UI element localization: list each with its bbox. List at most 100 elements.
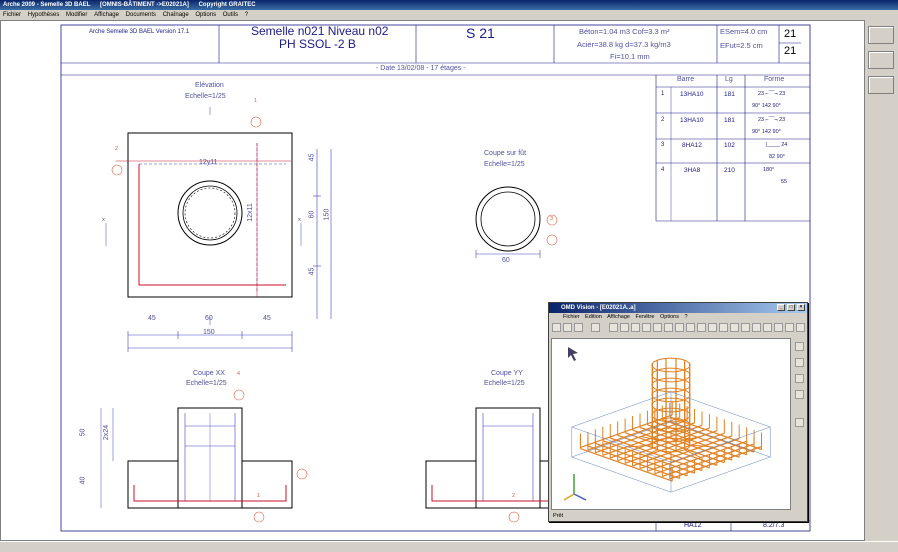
drawing-title-2: PH SSOL -2 B: [279, 37, 356, 51]
view-front-icon[interactable]: [653, 323, 662, 332]
menu-fichier[interactable]: Fichier: [3, 12, 21, 18]
row4-forme-bot: 55: [781, 179, 788, 185]
zoom-in-icon[interactable]: [697, 323, 706, 332]
fut-section-scale: Echelle=1/25: [484, 161, 525, 168]
omd-title: OMD Vision - [E02021A..a]: [561, 305, 636, 311]
rebar-label-12x11: 12x11: [246, 203, 254, 222]
omd-3d-viewport[interactable]: [551, 338, 791, 510]
omd-close-button[interactable]: ×: [797, 304, 805, 311]
row1-barre: 13HA10: [680, 91, 704, 98]
row3-forme-bot: 82 90°: [769, 154, 785, 160]
elevation-scale: Echelle=1/25: [185, 93, 226, 100]
software-version: Arche Semelle 3D BAEL Version 17.1: [89, 29, 190, 35]
col-barre: Barre: [677, 76, 695, 83]
elevation-title: Elévation: [195, 82, 224, 89]
zoom-all-icon[interactable]: [730, 323, 739, 332]
copyright: Copyright GRAITEC: [198, 2, 256, 8]
menu-options[interactable]: Options: [195, 12, 216, 18]
mark-4: 4: [237, 371, 241, 377]
foundation-tool-2-button[interactable]: [868, 51, 894, 69]
omd-menu-affichage[interactable]: Affichage: [607, 314, 630, 320]
app-window: Arche 2009 - Semelle 3D BAEL [OMNIS-BÂTI…: [0, 0, 898, 552]
row2-barre: 13HA10: [680, 117, 704, 124]
fut-section-title: Coupe sur fût: [484, 150, 527, 157]
omd-maximize-button[interactable]: □: [787, 304, 795, 311]
view-bottom-icon[interactable]: [686, 323, 695, 332]
layers-icon[interactable]: [795, 374, 804, 383]
elevation-view: [105, 107, 332, 352]
dim-50: 50: [79, 428, 87, 437]
row3-n: 3: [661, 142, 665, 148]
open-icon[interactable]: [552, 323, 561, 332]
menu-modifier[interactable]: Modifier: [66, 12, 87, 18]
paste-icon[interactable]: [574, 323, 583, 332]
properties-icon[interactable]: [795, 358, 804, 367]
zoom-previous-icon[interactable]: [741, 323, 750, 332]
dim-45-right: 45: [263, 315, 271, 322]
omd-menu-bar: Fichier Edition Affichage Fenêtre Option…: [549, 313, 807, 322]
menu-documents[interactable]: Documents: [126, 12, 156, 18]
pointer-cursor-icon: [568, 347, 578, 361]
zoom-window-icon[interactable]: [719, 323, 728, 332]
save-icon[interactable]: [591, 323, 600, 332]
view-top-icon[interactable]: [675, 323, 684, 332]
dim-45-left: 45: [148, 315, 156, 322]
row2-n: 2: [661, 117, 665, 123]
select-icon[interactable]: [795, 342, 804, 351]
omd-status-text: Prêt: [553, 513, 564, 519]
omd-minimize-button[interactable]: _: [777, 304, 785, 311]
move-icon[interactable]: [785, 323, 794, 332]
omd-menu-edition[interactable]: Edition: [585, 314, 602, 320]
fut-section-view: [475, 186, 558, 258]
dim-v60: 60: [308, 210, 316, 219]
row4-lg: 210: [724, 167, 735, 174]
view-y-icon[interactable]: [620, 323, 629, 332]
efut: EFut=2.5 cm: [720, 41, 763, 50]
row4-barre: 3HA8: [684, 167, 701, 174]
row3-lg: 102: [724, 142, 735, 149]
zoom-out-icon[interactable]: [708, 323, 717, 332]
section-mark-x-left: x: [102, 217, 105, 223]
foundation-tool-3-button[interactable]: [868, 76, 894, 94]
view-x-icon[interactable]: [609, 323, 618, 332]
page-count: 21: [784, 45, 797, 57]
row3-barre: 8HA12: [682, 142, 702, 149]
grid-icon[interactable]: [795, 390, 804, 399]
dim-60: 60: [205, 315, 213, 322]
copy-icon[interactable]: [563, 323, 572, 332]
mark-1: 1: [254, 98, 258, 104]
omd-menu-fenetre[interactable]: Fenêtre: [635, 314, 654, 320]
dim-v150: 150: [323, 208, 331, 221]
omd-menu-help[interactable]: ?: [684, 314, 687, 320]
view-back-icon[interactable]: [664, 323, 673, 332]
omd-vision-window[interactable]: OMD Vision - [E02021A..a] _ □ × Fichier …: [548, 302, 808, 522]
delete-icon[interactable]: [795, 418, 804, 427]
section-yy-scale: Echelle=1/25: [484, 380, 525, 387]
view-iso-icon[interactable]: [642, 323, 651, 332]
footer-dims: 8.2/7.3: [763, 522, 785, 529]
document-name: [OMNIS-BÂTIMENT ->E02021A]: [100, 2, 189, 8]
rotate-icon[interactable]: [763, 323, 772, 332]
omd-menu-options[interactable]: Options: [660, 314, 679, 320]
diameter: Fi=10.1 mm: [610, 52, 650, 61]
pan-icon[interactable]: [774, 323, 783, 332]
row3-forme-top: |____ 24: [766, 142, 788, 148]
view-z-icon[interactable]: [631, 323, 640, 332]
dim-v45-top: 45: [308, 153, 316, 162]
row1-forme-bot: 90° 142 90°: [752, 103, 781, 109]
concrete-qty: Béton=1.04 m3 Cof=3.3 m²: [579, 27, 670, 36]
menu-help[interactable]: ?: [245, 12, 248, 18]
dim-fut-60: 60: [502, 257, 510, 264]
menu-affichage[interactable]: Affichage: [94, 12, 119, 18]
orbit-icon[interactable]: [796, 323, 805, 332]
foundation-tool-1-button[interactable]: [868, 26, 894, 44]
menu-outils[interactable]: Outils: [223, 12, 238, 18]
omd-menu-fichier[interactable]: Fichier: [563, 314, 580, 320]
row2-forme-top: 23 ⌐‾‾‾¬ 23: [758, 117, 786, 123]
menu-chainage[interactable]: Chaînage: [163, 12, 189, 18]
menu-hypotheses[interactable]: Hypothèses: [28, 12, 60, 18]
footer-type: HA12: [684, 522, 702, 529]
page-number: 21: [784, 28, 797, 40]
render-icon[interactable]: [752, 323, 761, 332]
mark-2: 2: [115, 146, 119, 152]
